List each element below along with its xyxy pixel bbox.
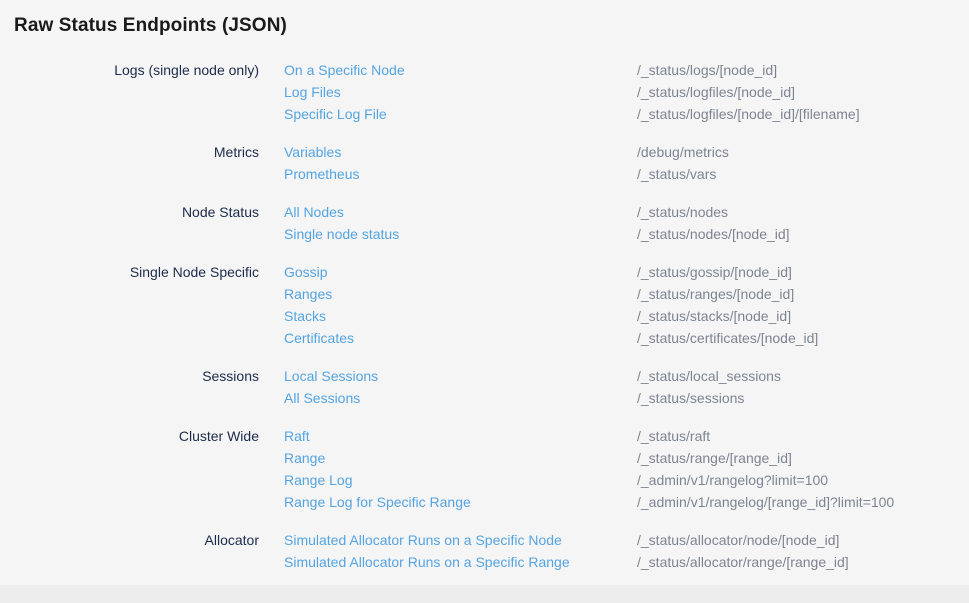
endpoint-link[interactable]: Simulated Allocator Runs on a Specific R… — [284, 551, 637, 573]
endpoint-row: All Sessions /_status/sessions — [284, 387, 969, 409]
endpoint-path: /_status/logfiles/[node_id] — [637, 81, 969, 103]
endpoint-path: /_status/allocator/range/[range_id] — [637, 551, 969, 573]
endpoint-row: Specific Log File /_status/logfiles/[nod… — [284, 103, 969, 125]
category-label: Sessions — [14, 365, 259, 409]
category-label: Allocator — [14, 529, 259, 573]
category-label: Single Node Specific — [14, 261, 259, 349]
endpoint-row: Range Log /_admin/v1/rangelog?limit=100 — [284, 469, 969, 491]
endpoint-row: Prometheus /_status/vars — [284, 163, 969, 185]
endpoint-link[interactable]: Ranges — [284, 283, 637, 305]
endpoint-path: /_status/ranges/[node_id] — [637, 283, 969, 305]
endpoint-rows: Variables /debug/metrics Prometheus /_st… — [284, 141, 969, 185]
endpoint-link[interactable]: On a Specific Node — [284, 59, 637, 81]
endpoints-panel: Raw Status Endpoints (JSON) Logs (single… — [0, 0, 969, 585]
endpoint-link[interactable]: Log Files — [284, 81, 637, 103]
endpoint-path: /_admin/v1/rangelog?limit=100 — [637, 469, 969, 491]
endpoint-path: /_status/local_sessions — [637, 365, 969, 387]
endpoint-row: All Nodes /_status/nodes — [284, 201, 969, 223]
endpoint-row: Single node status /_status/nodes/[node_… — [284, 223, 969, 245]
endpoint-group: Logs (single node only) On a Specific No… — [14, 59, 969, 125]
endpoint-link[interactable]: Range Log — [284, 469, 637, 491]
endpoint-link[interactable]: Specific Log File — [284, 103, 637, 125]
endpoint-row: Ranges /_status/ranges/[node_id] — [284, 283, 969, 305]
endpoint-link[interactable]: Local Sessions — [284, 365, 637, 387]
endpoint-row: Stacks /_status/stacks/[node_id] — [284, 305, 969, 327]
endpoint-path: /_status/certificates/[node_id] — [637, 327, 969, 349]
endpoint-row: Range Log for Specific Range /_admin/v1/… — [284, 491, 969, 513]
endpoint-link[interactable]: Variables — [284, 141, 637, 163]
endpoint-group: Metrics Variables /debug/metrics Prometh… — [14, 141, 969, 185]
endpoint-row: Certificates /_status/certificates/[node… — [284, 327, 969, 349]
endpoint-path: /_status/vars — [637, 163, 969, 185]
endpoint-rows: Gossip /_status/gossip/[node_id] Ranges … — [284, 261, 969, 349]
endpoints-list: Logs (single node only) On a Specific No… — [14, 59, 969, 573]
page-title: Raw Status Endpoints (JSON) — [14, 14, 969, 37]
endpoint-rows: All Nodes /_status/nodes Single node sta… — [284, 201, 969, 245]
endpoint-row: Raft /_status/raft — [284, 425, 969, 447]
endpoint-row: Simulated Allocator Runs on a Specific N… — [284, 529, 969, 551]
endpoint-path: /_status/nodes/[node_id] — [637, 223, 969, 245]
endpoint-link[interactable]: Gossip — [284, 261, 637, 283]
endpoint-path: /_status/sessions — [637, 387, 969, 409]
endpoint-group: Single Node Specific Gossip /_status/gos… — [14, 261, 969, 349]
endpoint-group: Node Status All Nodes /_status/nodes Sin… — [14, 201, 969, 245]
endpoint-link[interactable]: Range — [284, 447, 637, 469]
endpoint-row: Range /_status/range/[range_id] — [284, 447, 969, 469]
endpoint-row: Log Files /_status/logfiles/[node_id] — [284, 81, 969, 103]
endpoint-path: /_status/stacks/[node_id] — [637, 305, 969, 327]
endpoint-link[interactable]: All Sessions — [284, 387, 637, 409]
endpoint-group: Cluster Wide Raft /_status/raft Range /_… — [14, 425, 969, 513]
footer-band — [0, 585, 969, 603]
endpoint-group: Sessions Local Sessions /_status/local_s… — [14, 365, 969, 409]
category-label: Node Status — [14, 201, 259, 245]
endpoint-link[interactable]: Stacks — [284, 305, 637, 327]
endpoint-link[interactable]: Range Log for Specific Range — [284, 491, 637, 513]
endpoint-group: Allocator Simulated Allocator Runs on a … — [14, 529, 969, 573]
endpoint-link[interactable]: Simulated Allocator Runs on a Specific N… — [284, 529, 637, 551]
endpoint-row: Variables /debug/metrics — [284, 141, 969, 163]
category-label: Logs (single node only) — [14, 59, 259, 125]
endpoint-path: /_status/range/[range_id] — [637, 447, 969, 469]
endpoint-link[interactable]: Single node status — [284, 223, 637, 245]
endpoint-path: /_status/logfiles/[node_id]/[filename] — [637, 103, 969, 125]
endpoint-path: /debug/metrics — [637, 141, 969, 163]
endpoint-path: /_admin/v1/rangelog/[range_id]?limit=100 — [637, 491, 969, 513]
endpoint-row: Simulated Allocator Runs on a Specific R… — [284, 551, 969, 573]
endpoint-link[interactable]: Prometheus — [284, 163, 637, 185]
category-label: Cluster Wide — [14, 425, 259, 513]
endpoint-path: /_status/allocator/node/[node_id] — [637, 529, 969, 551]
endpoint-path: /_status/gossip/[node_id] — [637, 261, 969, 283]
endpoint-link[interactable]: All Nodes — [284, 201, 637, 223]
endpoint-rows: Raft /_status/raft Range /_status/range/… — [284, 425, 969, 513]
endpoint-rows: Local Sessions /_status/local_sessions A… — [284, 365, 969, 409]
endpoint-link[interactable]: Raft — [284, 425, 637, 447]
endpoint-row: On a Specific Node /_status/logs/[node_i… — [284, 59, 969, 81]
endpoint-path: /_status/logs/[node_id] — [637, 59, 969, 81]
endpoint-row: Gossip /_status/gossip/[node_id] — [284, 261, 969, 283]
endpoint-rows: On a Specific Node /_status/logs/[node_i… — [284, 59, 969, 125]
endpoint-row: Local Sessions /_status/local_sessions — [284, 365, 969, 387]
endpoint-link[interactable]: Certificates — [284, 327, 637, 349]
endpoint-path: /_status/nodes — [637, 201, 969, 223]
endpoint-rows: Simulated Allocator Runs on a Specific N… — [284, 529, 969, 573]
category-label: Metrics — [14, 141, 259, 185]
endpoint-path: /_status/raft — [637, 425, 969, 447]
